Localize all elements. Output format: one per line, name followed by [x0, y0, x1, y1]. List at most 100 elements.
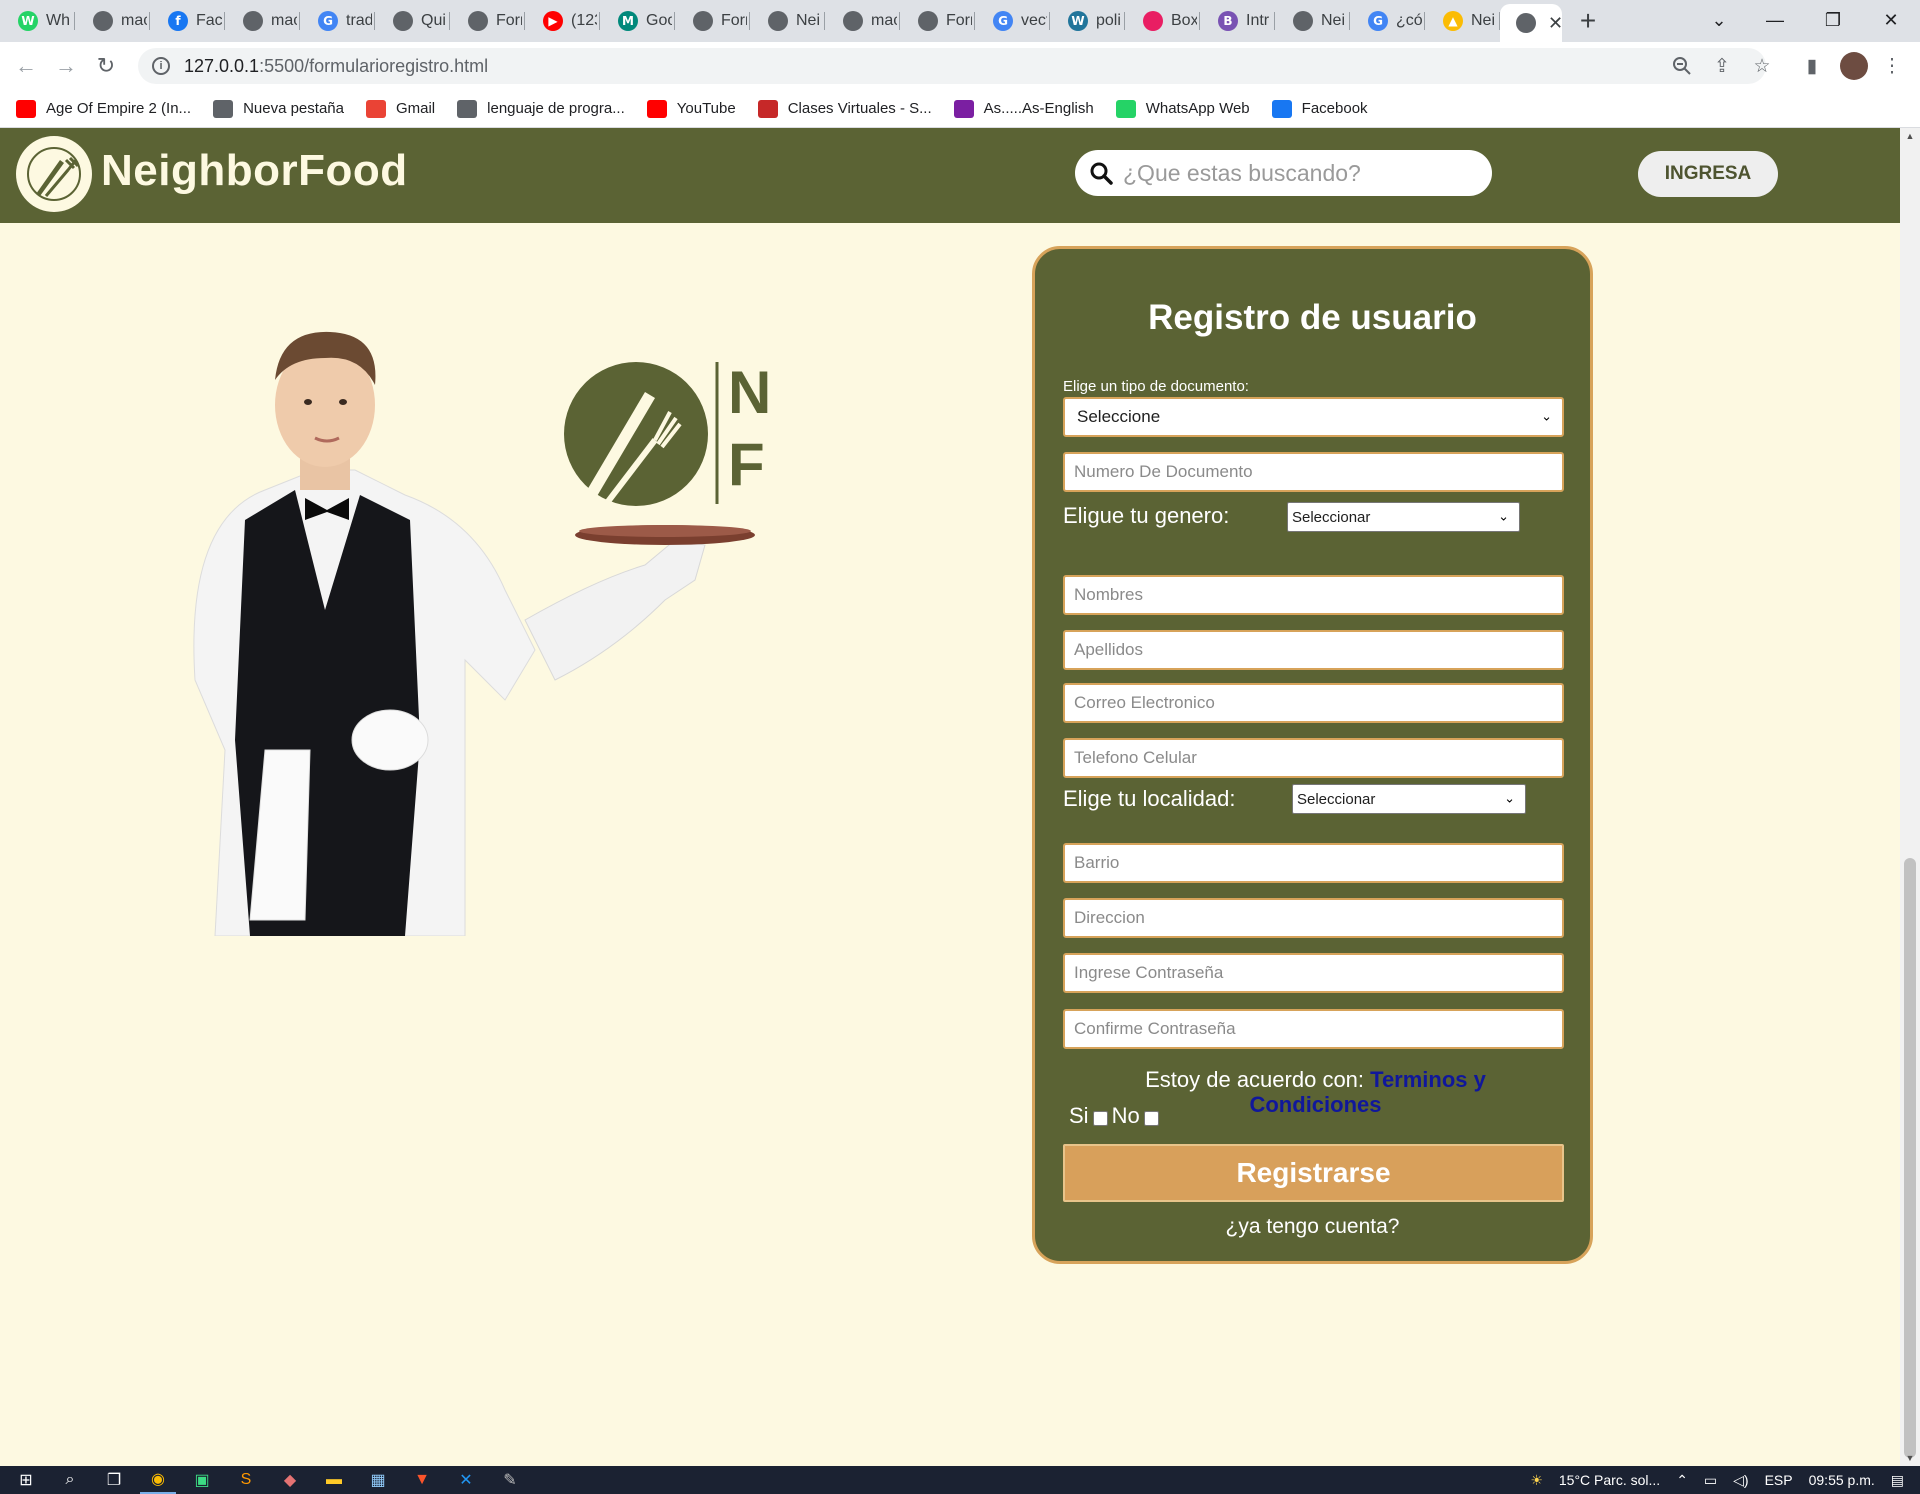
names-input[interactable]	[1074, 585, 1544, 605]
file-explorer-icon[interactable]: ▬	[316, 1466, 352, 1494]
scroll-up-icon[interactable]: ▲	[1900, 128, 1920, 144]
chevron-up-icon[interactable]: ⌃	[1676, 1472, 1688, 1489]
have-account-link[interactable]: ¿ya tengo cuenta?	[1035, 1215, 1590, 1239]
bookmark-item[interactable]: Clases Virtuales - S...	[757, 99, 932, 118]
browser-tab[interactable]: Nei	[1275, 0, 1350, 42]
register-button[interactable]: Registrarse	[1063, 1144, 1564, 1202]
browser-tab[interactable]: mac	[75, 0, 150, 42]
bookmark-item[interactable]: As.....As-English	[953, 99, 1094, 118]
browser-tab[interactable]: W Wh	[0, 0, 75, 42]
browser-tab[interactable]: mac	[225, 0, 300, 42]
address-input[interactable]	[1074, 908, 1544, 928]
site-search[interactable]	[1075, 150, 1492, 196]
site-info-icon[interactable]: i	[152, 57, 170, 75]
calculator-icon[interactable]: ▦	[360, 1466, 396, 1494]
password-input[interactable]	[1074, 963, 1544, 983]
bookmark-item[interactable]: Gmail	[365, 99, 435, 118]
browser-tab[interactable]: ▲ Nei	[1425, 0, 1500, 42]
neighborhood-input[interactable]	[1074, 853, 1544, 873]
browser-tab[interactable]: Forr	[900, 0, 975, 42]
scroll-down-icon[interactable]: ▼	[1900, 1450, 1920, 1466]
yes-checkbox[interactable]	[1092, 1110, 1108, 1126]
bookmark-star-icon[interactable]: ☆	[1750, 54, 1774, 78]
zoom-icon[interactable]	[1670, 54, 1694, 78]
minimize-button[interactable]: —	[1752, 0, 1798, 40]
surnames-input[interactable]	[1074, 640, 1544, 660]
login-button[interactable]: INGRESA	[1638, 151, 1778, 197]
bookmark-item[interactable]: Nueva pestaña	[213, 99, 344, 118]
address-field[interactable]	[1063, 898, 1564, 938]
brand-logo-icon[interactable]	[16, 136, 92, 212]
close-window-button[interactable]: ✕	[1868, 0, 1914, 40]
surnames-field[interactable]	[1063, 630, 1564, 670]
close-tab-icon[interactable]: ✕	[1548, 13, 1562, 34]
bookmark-item[interactable]: YouTube	[646, 99, 736, 118]
search-icon[interactable]: ⌕	[52, 1466, 88, 1494]
clock[interactable]: 09:55 p.m.	[1809, 1472, 1875, 1488]
neighborhood-field[interactable]	[1063, 843, 1564, 883]
new-tab-button[interactable]: +	[1568, 0, 1608, 42]
weather-text[interactable]: 15°C Parc. sol...	[1559, 1472, 1660, 1488]
browser-tab[interactable]: f Face	[150, 0, 225, 42]
bookmark-item[interactable]: Age Of Empire 2 (In...	[16, 99, 191, 118]
doc-number-field[interactable]	[1063, 452, 1564, 492]
android-studio-icon[interactable]: ▣	[184, 1466, 220, 1494]
app-icon[interactable]: ◆	[272, 1466, 308, 1494]
browser-tab[interactable]: Gtrad	[300, 0, 375, 42]
paint-icon[interactable]: ✎	[492, 1466, 528, 1494]
doc-type-select[interactable]: Seleccione ⌄	[1063, 397, 1564, 437]
brand-name[interactable]: NeighborFood	[101, 146, 408, 196]
browser-tab[interactable]: Box	[1125, 0, 1200, 42]
menu-kebab-icon[interactable]: ⋮	[1880, 54, 1904, 78]
confirm-password-input[interactable]	[1074, 1019, 1544, 1039]
back-arrow-icon[interactable]: ←	[6, 46, 46, 86]
browser-tab[interactable]: Nei	[750, 0, 825, 42]
page-scrollbar[interactable]: ▲ ▼	[1900, 128, 1920, 1466]
browser-tab[interactable]: Qui	[375, 0, 450, 42]
bookmark-item[interactable]: WhatsApp Web	[1115, 99, 1250, 118]
no-checkbox[interactable]	[1143, 1110, 1159, 1126]
browser-tab[interactable]: Forr	[450, 0, 525, 42]
email-field[interactable]	[1063, 683, 1564, 723]
browser-tab[interactable]: M Goo	[600, 0, 675, 42]
browser-tab[interactable]: Forr	[675, 0, 750, 42]
email-input[interactable]	[1074, 693, 1544, 713]
network-icon[interactable]: ▭	[1704, 1472, 1717, 1489]
brave-icon[interactable]: ▼	[404, 1466, 440, 1494]
address-bar[interactable]: i 127.0.0.1:5500/formularioregistro.html	[138, 48, 1766, 84]
vscode-icon[interactable]: ✕	[448, 1466, 484, 1494]
share-icon[interactable]: ⇪	[1710, 54, 1734, 78]
task-view-icon[interactable]: ❐	[96, 1466, 132, 1494]
language-indicator[interactable]: ESP	[1765, 1472, 1793, 1488]
volume-icon[interactable]: ◁)	[1733, 1472, 1748, 1489]
phone-input[interactable]	[1074, 748, 1544, 768]
gender-select[interactable]: Seleccionar ⌄	[1287, 502, 1520, 532]
search-input[interactable]	[1123, 159, 1473, 187]
browser-tab-active[interactable]: ✕	[1500, 4, 1562, 42]
tab-search-icon[interactable]: ⌄	[1696, 0, 1742, 40]
browser-tab[interactable]: mac	[825, 0, 900, 42]
profile-avatar[interactable]	[1840, 52, 1868, 80]
weather-icon[interactable]: ☀	[1530, 1472, 1543, 1489]
forward-arrow-icon[interactable]: →	[46, 46, 86, 86]
browser-tab[interactable]: Wpoli	[1050, 0, 1125, 42]
sublime-icon[interactable]: S	[228, 1466, 264, 1494]
windows-start-icon[interactable]: ⊞	[8, 1466, 44, 1494]
browser-tab[interactable]: B Intr	[1200, 0, 1275, 42]
browser-tab[interactable]: Gvect	[975, 0, 1050, 42]
notifications-icon[interactable]: ▤	[1891, 1472, 1904, 1489]
doc-number-input[interactable]	[1074, 462, 1544, 482]
chrome-taskbar-icon[interactable]: ◉	[140, 1466, 176, 1494]
locality-select[interactable]: Seleccionar ⌄	[1292, 784, 1526, 814]
confirm-password-field[interactable]	[1063, 1009, 1564, 1049]
side-panel-icon[interactable]: ▮	[1800, 54, 1824, 78]
bookmark-item[interactable]: lenguaje de progra...	[457, 99, 625, 118]
browser-tab[interactable]: G ¿cón	[1350, 0, 1425, 42]
restore-button[interactable]: ❐	[1810, 0, 1856, 40]
bookmark-item[interactable]: Facebook	[1271, 99, 1368, 118]
names-field[interactable]	[1063, 575, 1564, 615]
reload-icon[interactable]: ↻	[86, 46, 126, 86]
password-field[interactable]	[1063, 953, 1564, 993]
phone-field[interactable]	[1063, 738, 1564, 778]
browser-tab[interactable]: ▶ (123	[525, 0, 600, 42]
